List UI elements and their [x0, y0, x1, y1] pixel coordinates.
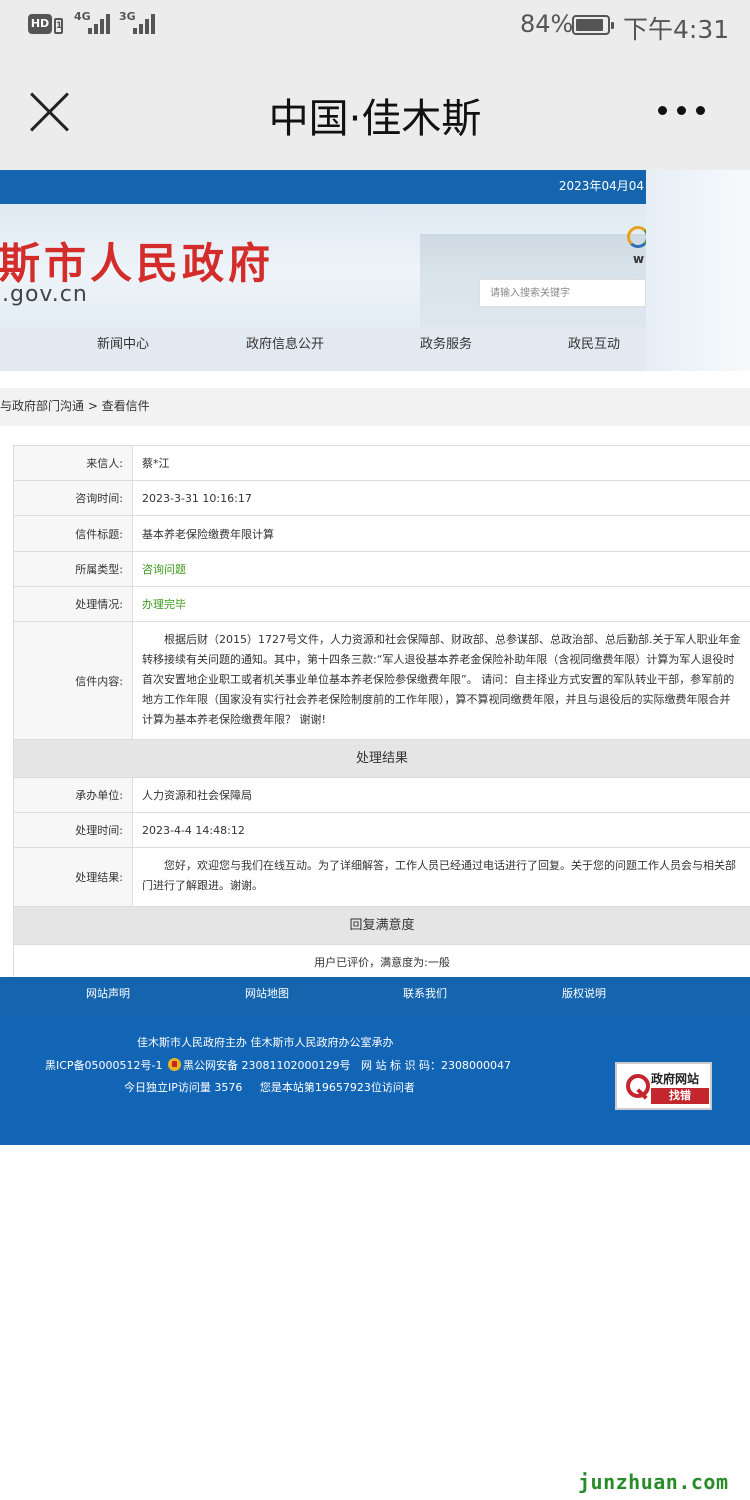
- result-section-header: 处理结果: [14, 740, 750, 778]
- search-input[interactable]: [479, 279, 646, 307]
- clock: 下午4:31: [623, 15, 730, 44]
- table-row: 处理结果: 您好，欢迎您与我们在线互动。为了详细解答，工作人员已经通过电话进行了…: [14, 848, 750, 907]
- letter-title-label: 信件标题:: [14, 516, 133, 551]
- watermark: junzhuan.com: [578, 1470, 729, 1494]
- satisfaction-text: 用户已评价，满意度为:一般: [14, 945, 750, 980]
- result-value: 您好，欢迎您与我们在线互动。为了详细解答，工作人员已经通过电话进行了回复。关于您…: [133, 848, 750, 906]
- sender-label: 来信人:: [14, 446, 133, 480]
- magnifier-icon: [622, 1070, 650, 1102]
- footer-link-contact[interactable]: 联系我们: [403, 985, 447, 1001]
- handling-time-label: 处理时间:: [14, 813, 133, 847]
- footer-link-copyright[interactable]: 版权说明: [562, 985, 606, 1001]
- result-label: 处理结果:: [14, 848, 133, 906]
- handling-unit-label: 承办单位:: [14, 778, 133, 812]
- table-row: 信件内容: 根据后财（2015）1727号文件，人力资源和社会保障部、财政部、总…: [14, 622, 750, 740]
- status-value: 办理完毕: [133, 587, 750, 621]
- ip-count: 今日独立IP访问量 3576: [124, 1081, 243, 1094]
- footer-link-statement[interactable]: 网站声明: [86, 985, 130, 1001]
- status-bar: HD 1 4G 3G 84% 下午4:31: [0, 0, 750, 52]
- footer-sponsor: 佳木斯市人民政府主办 佳木斯市人民政府办公室承办: [137, 1036, 394, 1049]
- table-row: 信件标题: 基本养老保险缴费年限计算: [14, 516, 750, 552]
- table-row: 承办单位: 人力资源和社会保障局: [14, 778, 750, 813]
- content-label: 信件内容:: [14, 622, 133, 739]
- signal-3g-icon: 3G: [119, 10, 161, 36]
- content-value: 根据后财（2015）1727号文件，人力资源和社会保障部、财政部、总参谋部、总政…: [133, 622, 750, 739]
- hd-indicator: HD: [28, 14, 52, 34]
- visitor-count: 您是本站第19657923位访问者: [259, 1081, 415, 1094]
- breadcrumb-bar: 与政府部门沟通 > 查看信件: [0, 388, 750, 426]
- icp-number[interactable]: 黑ICP备05000512号-1: [45, 1059, 163, 1072]
- nav-news-center[interactable]: 新闻中心: [97, 327, 149, 371]
- sim-card-icon: 1: [54, 18, 63, 34]
- main-nav: 新闻中心 政府信息公开 政务服务 政民互动: [0, 327, 646, 371]
- letter-title-value: 基本养老保险缴费年限计算: [133, 516, 750, 551]
- nav-info-disclosure[interactable]: 政府信息公开: [246, 327, 324, 371]
- breadcrumb[interactable]: 与政府部门沟通 > 查看信件: [0, 397, 150, 414]
- signal-4g-icon: 4G: [74, 10, 116, 36]
- table-row: 所属类型: 咨询问题: [14, 552, 750, 587]
- footer-icp: 黑ICP备05000512号-1 黑公网安备 23081102000129号 网…: [45, 1057, 511, 1073]
- satisfaction-section-header: 回复满意度: [14, 907, 750, 945]
- category-label: 所属类型:: [14, 552, 133, 586]
- nav-public-interaction[interactable]: 政民互动: [568, 327, 620, 371]
- consult-time-value: 2023-3-31 10:16:17: [133, 481, 750, 515]
- site-domain: .gov.cn: [2, 282, 88, 307]
- footer-stats: 今日独立IP访问量 3576 您是本站第19657923位访问者: [124, 1079, 415, 1095]
- table-row: 处理情况: 办理完毕: [14, 587, 750, 622]
- consult-time-label: 咨询时间:: [14, 481, 133, 515]
- handling-unit-value: 人力资源和社会保障局: [133, 778, 750, 812]
- nav-gov-services[interactable]: 政务服务: [420, 327, 472, 371]
- category-value: 咨询问题: [133, 552, 750, 586]
- gov-site-error-report-badge[interactable]: 政府网站 找错: [615, 1062, 712, 1110]
- table-row: 来信人: 蔡*江: [14, 446, 750, 481]
- badge-title: 政府网站: [651, 1072, 700, 1086]
- more-options-icon[interactable]: [656, 100, 708, 120]
- battery-icon: [572, 15, 614, 35]
- app-bar: 中国·佳木斯: [0, 52, 750, 170]
- status-label: 处理情况:: [14, 587, 133, 621]
- banner-edge: [646, 170, 750, 371]
- police-badge-icon: [168, 1058, 182, 1071]
- table-row: 咨询时间: 2023-3-31 10:16:17: [14, 481, 750, 516]
- police-record[interactable]: 黑公网安备 23081102000129号: [183, 1059, 350, 1072]
- page-title: 中国·佳木斯: [268, 96, 482, 142]
- battery-percent: 84%: [520, 10, 574, 38]
- table-row: 处理时间: 2023-4-4 14:48:12: [14, 813, 750, 848]
- footer-nav: 网站声明 网站地图 联系我们 版权说明: [0, 977, 750, 1017]
- letter-detail-table: 来信人: 蔡*江 咨询时间: 2023-3-31 10:16:17 信件标题: …: [13, 445, 750, 980]
- current-date: 2023年04月04: [558, 179, 644, 193]
- badge-subtitle: 找错: [651, 1088, 709, 1104]
- site-topbar: 2023年04月04: [0, 170, 646, 204]
- handling-time-value: 2023-4-4 14:48:12: [133, 813, 750, 847]
- sender-value: 蔡*江: [133, 446, 750, 480]
- site-id-code: 网 站 标 识 码：2308000047: [361, 1059, 511, 1072]
- footer-link-sitemap[interactable]: 网站地图: [245, 985, 289, 1001]
